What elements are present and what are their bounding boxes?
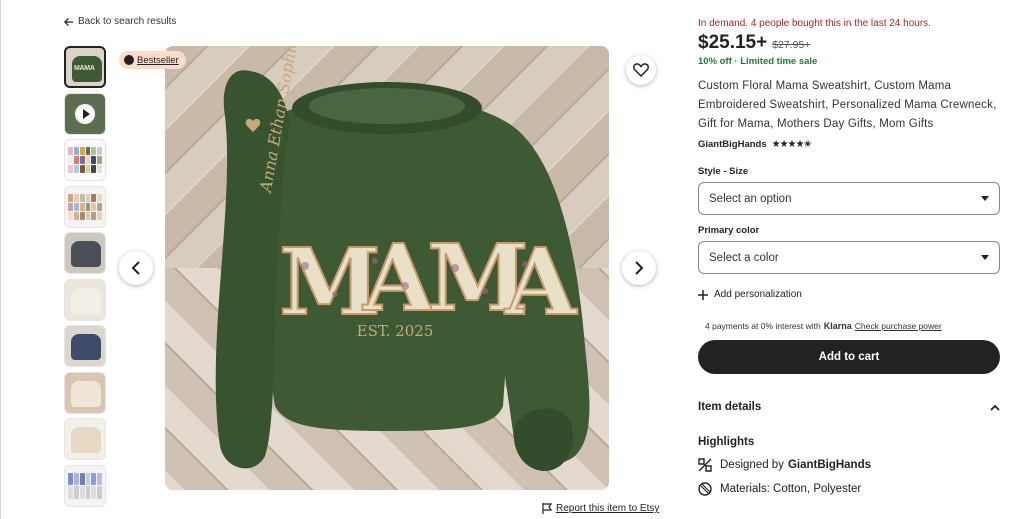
add-personalization-button[interactable]: Add personalization xyxy=(698,289,1000,300)
primary-color-select[interactable]: Select a color xyxy=(698,241,1000,274)
back-link-label: Back to search results xyxy=(78,16,177,27)
item-details-toggle[interactable]: Item details xyxy=(698,401,1000,413)
listing-panel: In demand. 4 people bought this in the l… xyxy=(698,16,1000,496)
mama-letter-2: A xyxy=(362,224,436,332)
flag-icon xyxy=(542,503,552,514)
main-product-image[interactable]: M A M A EST. 2025 Anna Ethan Sophia xyxy=(165,46,609,490)
mama-letter-4: A xyxy=(504,228,578,336)
thumbnail-video[interactable] xyxy=(64,92,106,135)
original-price: $27.95+ xyxy=(772,39,811,51)
previous-image-button[interactable] xyxy=(119,251,153,285)
thread-color-image xyxy=(68,193,102,220)
designed-by-row: Designed by GiantBigHands xyxy=(698,458,1000,472)
chevron-up-icon xyxy=(990,404,1000,411)
thumbnail-1[interactable]: MAMA xyxy=(64,46,106,88)
size-chart-image xyxy=(68,472,102,499)
thumbnail-1-text: MAMA xyxy=(74,65,95,72)
item-details-heading: Item details xyxy=(698,401,762,413)
style-size-select[interactable]: Select an option xyxy=(698,182,1000,215)
arrow-left-icon xyxy=(64,17,73,26)
medal-icon xyxy=(124,55,134,65)
report-item-link[interactable]: Report this item to Etsy xyxy=(542,503,659,514)
sweatshirt-photo: M A M A EST. 2025 Anna Ethan Sophia xyxy=(165,46,609,490)
style-size-value: Select an option xyxy=(709,192,792,205)
caret-down-icon xyxy=(981,196,989,201)
thumbnail-strip: MAMA xyxy=(64,46,108,511)
color-chart-image xyxy=(68,147,102,173)
caret-down-icon xyxy=(981,255,989,260)
klarna-logo: Klarna xyxy=(823,321,852,331)
shop-name-link[interactable]: GiantBigHands xyxy=(698,139,767,150)
chevron-left-icon xyxy=(131,261,140,275)
add-to-cart-label: Add to cart xyxy=(818,351,880,363)
thumbnail-7[interactable] xyxy=(64,325,106,367)
primary-color-value: Select a color xyxy=(709,251,779,264)
play-icon xyxy=(75,103,95,124)
design-tools-icon xyxy=(698,458,712,472)
price-row: $25.15+ $27.95+ xyxy=(698,32,1000,54)
favorite-button[interactable] xyxy=(626,55,656,85)
next-image-button[interactable] xyxy=(622,251,656,285)
add-personalization-label: Add personalization xyxy=(714,289,802,300)
add-to-cart-button[interactable]: Add to cart xyxy=(698,340,1000,374)
sale-text: Limited time sale xyxy=(740,56,818,67)
back-to-search-link[interactable]: Back to search results xyxy=(64,16,176,27)
materials-icon xyxy=(698,482,712,496)
designed-by-shop-link[interactable]: GiantBigHands xyxy=(788,459,871,471)
klarna-notice: 4 payments at 0% interest with Klarna Ch… xyxy=(698,321,1000,331)
bestseller-badge[interactable]: Bestseller xyxy=(119,51,186,69)
heart-icon xyxy=(633,63,649,77)
style-size-label: Style - Size xyxy=(698,166,749,177)
chevron-right-icon xyxy=(635,261,644,275)
page: Back to search results MAMA Bestseller M… xyxy=(0,0,1024,519)
thumbnail-10[interactable] xyxy=(64,464,106,507)
materials-text: Materials: Cotton, Polyester xyxy=(720,483,862,495)
listing-title: Custom Floral Mama Sweatshirt, Custom Ma… xyxy=(698,80,997,130)
sale-info: 10% off · Limited time sale xyxy=(698,56,818,67)
rating-stars[interactable]: ★★★★✬ xyxy=(772,139,812,150)
thumbnail-3[interactable] xyxy=(64,139,106,181)
plus-icon xyxy=(698,289,708,300)
thumbnail-5[interactable] xyxy=(64,232,106,274)
thumbnail-6[interactable] xyxy=(64,278,106,321)
discount-text: 10% off xyxy=(698,56,732,67)
primary-color-label: Primary color xyxy=(698,225,760,236)
demand-notice: In demand. 4 people bought this in the l… xyxy=(698,18,931,29)
materials-row: Materials: Cotton, Polyester xyxy=(698,482,1000,496)
klarna-link[interactable]: Check purchase power xyxy=(855,321,942,331)
price: $25.15+ xyxy=(698,32,768,53)
bestseller-label: Bestseller xyxy=(137,54,179,66)
klarna-text: 4 payments at 0% interest with xyxy=(705,321,821,331)
highlights-heading: Highlights xyxy=(698,436,755,448)
designed-by-prefix: Designed by xyxy=(720,459,784,471)
report-label: Report this item to Etsy xyxy=(556,503,660,514)
est-text: EST. 2025 xyxy=(357,322,434,340)
shop-row: GiantBigHands ★★★★✬ xyxy=(698,139,1000,150)
thumbnail-9[interactable] xyxy=(64,418,106,460)
thumbnail-4[interactable] xyxy=(64,185,106,228)
thumbnail-8[interactable] xyxy=(64,371,106,414)
